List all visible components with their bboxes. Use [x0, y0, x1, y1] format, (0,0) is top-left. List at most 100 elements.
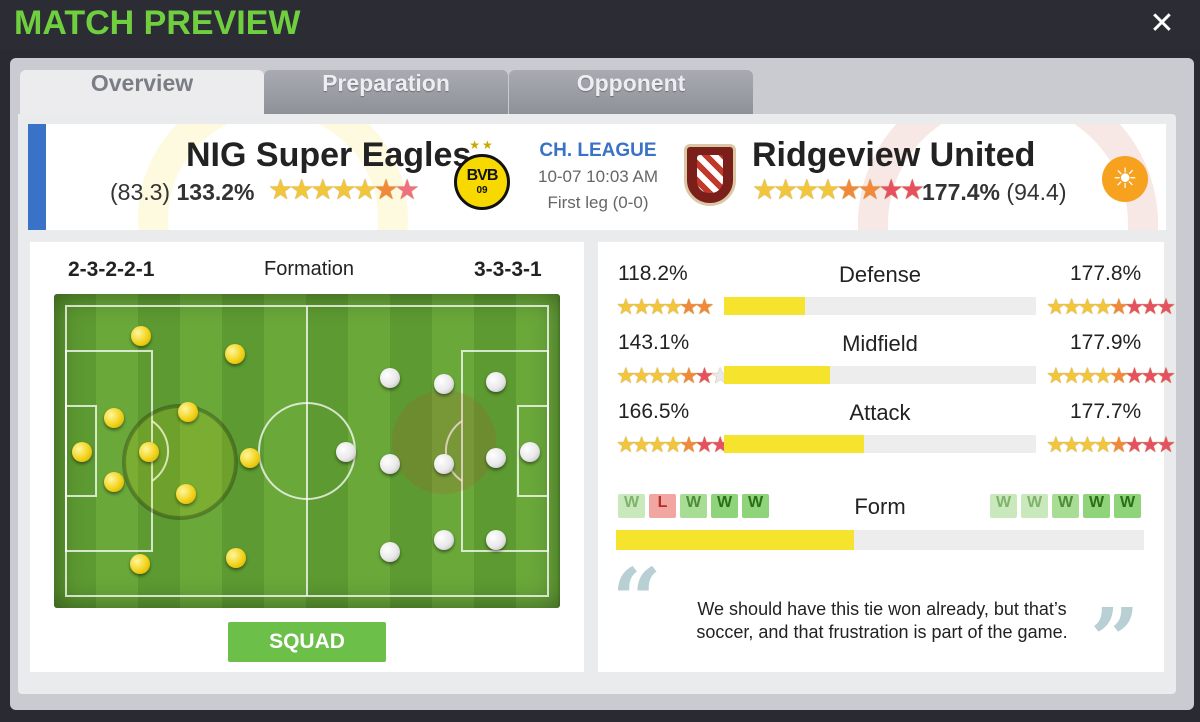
home-player-marker [139, 442, 159, 462]
home-star-rating: ★★★★★★★ [268, 174, 420, 205]
home-badge-stars: ★★ [469, 138, 495, 152]
away-player-marker [380, 454, 400, 474]
midfield-label: Midfield [842, 331, 918, 356]
form-result-badge: W [618, 494, 645, 518]
midfield-home-stars: ★★★★★★★ [616, 363, 730, 388]
star-icon: ★ [1156, 294, 1176, 319]
home-formation: 2-3-2-2-1 [68, 258, 155, 281]
form-result-badge: W [1021, 494, 1048, 518]
attack-bar [724, 435, 1036, 453]
page-title: MATCH PREVIEW [14, 4, 301, 42]
star-icon: ★ [394, 174, 420, 205]
away-player-marker [486, 448, 506, 468]
quote-open-icon: “ [612, 550, 662, 651]
close-icon[interactable]: ✕ [1144, 6, 1180, 42]
away-form: WWWWW [990, 494, 1141, 518]
star-icon: ★ [899, 174, 925, 205]
star-icon: ★ [616, 294, 636, 319]
quote-close-icon: ” [1090, 590, 1140, 691]
away-player-marker [486, 372, 506, 392]
star-icon: ★ [694, 363, 715, 388]
defense-away-value: 177.8% [1070, 262, 1142, 285]
competition-label: CH. LEAGUE [539, 140, 657, 161]
home-player-marker [131, 326, 151, 346]
home-player-marker [225, 344, 245, 364]
star-icon: ★ [647, 432, 667, 457]
away-crest-icon [684, 144, 736, 206]
defense-home-stars: ★★★★★★ [616, 294, 715, 319]
midfield-bar [724, 366, 1036, 384]
star-icon: ★ [1140, 432, 1160, 457]
pitch [54, 294, 560, 608]
star-icon: ★ [1093, 363, 1113, 388]
star-icon: ★ [678, 432, 699, 457]
star-icon: ★ [352, 174, 377, 205]
star-icon: ★ [373, 174, 399, 205]
weather-sun-icon[interactable]: ☀ [1102, 156, 1148, 202]
midfield-bar-fill [724, 366, 831, 384]
home-player-marker [104, 472, 124, 492]
away-player-marker [336, 442, 356, 462]
star-icon: ★ [268, 174, 293, 205]
away-player-marker [520, 442, 540, 462]
home-player-marker [104, 408, 124, 428]
star-icon: ★ [1108, 363, 1129, 388]
star-icon: ★ [1077, 432, 1097, 457]
form-result-badge: W [1114, 494, 1141, 518]
match-leg: First leg (0-0) [547, 193, 649, 212]
home-player-marker [240, 448, 260, 468]
formation-label: Formation [264, 258, 355, 280]
squad-button[interactable]: SQUAD [228, 622, 386, 662]
tab-preparation[interactable]: Preparation [264, 70, 508, 116]
star-icon: ★ [1124, 363, 1145, 388]
star-icon: ★ [694, 294, 715, 319]
midfield-away-value: 177.9% [1070, 331, 1142, 354]
star-icon: ★ [815, 174, 840, 205]
accent-bar [28, 124, 46, 230]
form-result-badge: W [1052, 494, 1079, 518]
star-icon: ★ [1108, 432, 1129, 457]
badge-sub: 09 [476, 185, 488, 196]
home-form: WLWWW [618, 494, 769, 518]
attack-away-stars: ★★★★★★★★ [1046, 432, 1176, 457]
star-icon: ★ [616, 432, 636, 457]
away-player-marker [434, 530, 454, 550]
attack-label: Attack [849, 400, 911, 425]
form-result-badge: W [742, 494, 769, 518]
star-icon: ★ [1124, 294, 1145, 319]
star-icon: ★ [1061, 363, 1082, 388]
defense-label: Defense [839, 262, 921, 287]
home-player-marker [178, 402, 198, 422]
star-icon: ★ [1046, 294, 1066, 319]
star-icon: ★ [1140, 363, 1160, 388]
manager-quote: We should have this tie won already, but… [696, 599, 1068, 642]
form-result-badge: W [711, 494, 738, 518]
attack-home-stars: ★★★★★★★ [616, 432, 730, 457]
tab-opponent[interactable]: Opponent [509, 70, 753, 116]
star-icon: ★ [1093, 294, 1113, 319]
star-icon: ★ [663, 294, 683, 319]
form-result-badge: W [990, 494, 1017, 518]
star-icon: ★ [616, 363, 636, 388]
badge-text: BVB [466, 167, 499, 184]
midfield-home-value: 143.1% [618, 331, 690, 354]
form-bar-fill [616, 530, 854, 550]
star-icon: ★ [631, 432, 652, 457]
form-result-badge: L [649, 494, 676, 518]
star-icon: ★ [857, 174, 883, 205]
star-icon: ★ [694, 432, 715, 457]
match-header: NIG Super Eagles (83.3) 133.2% ★★★★★★★ ★… [28, 124, 1166, 230]
star-icon: ★ [1046, 432, 1066, 457]
home-player-marker [72, 442, 92, 462]
attack-bar-fill [724, 435, 865, 453]
form-label: Form [854, 494, 906, 519]
star-icon: ★ [678, 294, 699, 319]
star-icon: ★ [631, 363, 652, 388]
star-icon: ★ [631, 294, 652, 319]
star-icon: ★ [331, 174, 356, 205]
form-result-badge: W [1083, 494, 1110, 518]
home-player-marker [176, 484, 196, 504]
home-rating: (83.3) 133.2% [110, 179, 255, 205]
star-icon: ★ [1077, 294, 1097, 319]
tab-overview[interactable]: Overview [20, 70, 264, 116]
